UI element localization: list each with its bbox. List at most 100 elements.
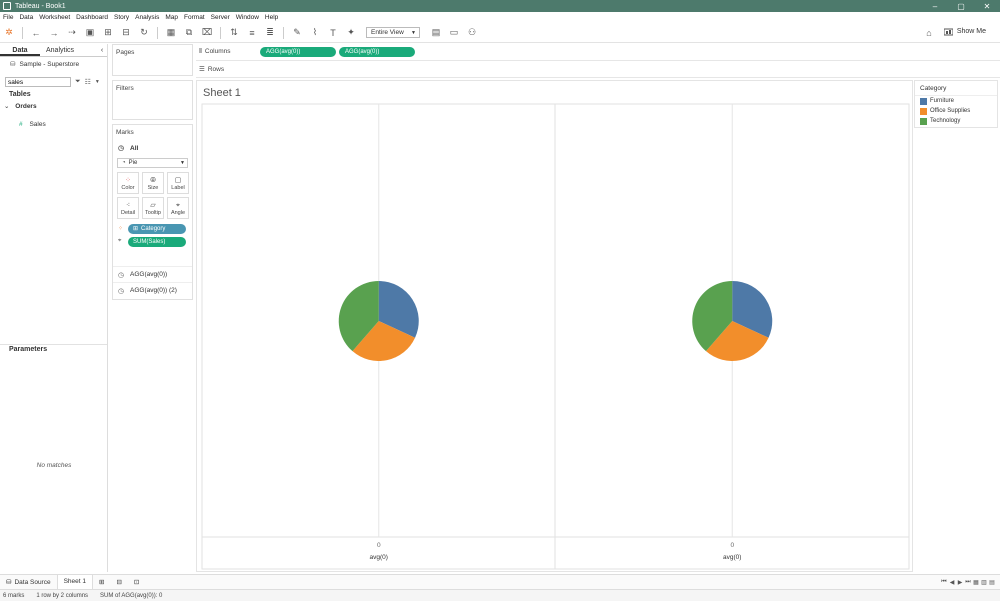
pages-card[interactable]: Pages — [112, 44, 193, 76]
menu-window[interactable]: Window — [236, 14, 259, 21]
filters-card[interactable]: Filters — [112, 80, 193, 120]
detail-button-label: Detail — [120, 209, 136, 216]
menu-dashboard[interactable]: Dashboard — [76, 14, 108, 21]
last-tab-icon[interactable]: ⏭ — [964, 579, 972, 586]
view-options-icon[interactable]: ☷ — [85, 78, 91, 86]
color-button-label: Color — [121, 184, 135, 191]
column-pill-2[interactable]: AGG(avg(0)) — [339, 47, 415, 57]
toolbar: ✲ ← → ⇢ ▣ ⊞ ⊟ ↻ ▦ ⧉ ⌧ ⇅ ≡ ≣ ✎ ⌇ T ✦ Enti… — [0, 23, 1000, 43]
marks-all-row[interactable]: ◷ All — [113, 140, 192, 156]
axis-tick-label: 0 — [730, 542, 734, 549]
tabs-view-icon[interactable]: ▤ — [988, 579, 996, 586]
new-worksheet-icon[interactable]: ⊞ — [93, 575, 110, 590]
datasource-item[interactable]: ⛁ Sample - Superstore — [0, 57, 107, 71]
show-me-button[interactable]: Show Me — [943, 27, 986, 36]
tableau-logo-icon[interactable]: ✲ — [3, 27, 15, 39]
axis-title: avg(0) — [370, 554, 388, 561]
pie-icon: ◷ — [118, 271, 125, 279]
chart-icon — [943, 27, 954, 36]
show-cards-icon[interactable]: ▤ — [430, 27, 442, 39]
data-pane: Data Analytics ‹ ⛁ Sample - Superstore ⏷… — [0, 44, 108, 572]
legend-item-office-supplies[interactable]: Office Supplies — [915, 106, 997, 116]
tooltip-icon: ▱ — [150, 201, 156, 209]
menu-map[interactable]: Map — [165, 14, 178, 21]
fit-view-value: Entire View — [371, 29, 404, 36]
chevron-down-icon: ▼ — [180, 160, 185, 166]
menu-server[interactable]: Server — [211, 14, 230, 21]
tooltip-button[interactable]: ▱ Tooltip — [142, 197, 164, 219]
angle-button[interactable]: ⌖ Angle — [167, 197, 189, 219]
collapse-pane-icon[interactable]: ‹ — [97, 44, 107, 56]
field-sales-label: Sales — [29, 121, 46, 128]
menu-analysis[interactable]: Analysis — [135, 14, 159, 21]
tab-data-source[interactable]: ⛁ Data Source — [0, 575, 57, 590]
rows-shelf[interactable]: ☰ Rows — [196, 61, 1000, 78]
columns-shelf[interactable]: ⦀ Columns AGG(avg(0)) AGG(avg(0)) — [196, 44, 1000, 61]
new-worksheet-icon[interactable]: ▦ — [165, 27, 177, 39]
menu-story[interactable]: Story — [114, 14, 129, 21]
menu-format[interactable]: Format — [184, 14, 205, 21]
undo-icon[interactable]: ← — [30, 27, 42, 39]
filmstrip-icon[interactable]: ▥ — [980, 579, 988, 586]
measure-icon: # — [19, 121, 23, 128]
field-sales[interactable]: # Sales — [0, 119, 107, 131]
share-icon[interactable]: ⚇ — [466, 27, 478, 39]
clear-sheet-icon[interactable]: ⌧ — [201, 27, 213, 39]
tab-analytics[interactable]: Analytics — [40, 44, 80, 56]
show-labels-icon[interactable]: T — [327, 27, 339, 39]
swap-axes-icon[interactable]: ⇅ — [228, 27, 240, 39]
prev-tab-icon[interactable]: ◀ — [948, 579, 956, 586]
agg-card-2[interactable]: ◷ AGG(avg(0)) (2) — [113, 282, 192, 298]
sort-ascending-icon[interactable]: ≡ — [246, 27, 258, 39]
next-tab-icon[interactable]: ▶ — [956, 579, 964, 586]
duplicate-icon[interactable]: ⧉ — [183, 27, 195, 39]
size-button[interactable]: ⦾ Size — [142, 172, 164, 194]
show-me-label: Show Me — [956, 28, 986, 35]
maximize-button[interactable]: ▢ — [948, 2, 974, 11]
pause-updates-icon[interactable]: ⊟ — [120, 27, 132, 39]
presentation-mode-icon[interactable]: ▭ — [448, 27, 460, 39]
new-dashboard-icon[interactable]: ⊟ — [110, 575, 127, 590]
redo-icon[interactable]: → — [48, 27, 60, 39]
color-button[interactable]: ⁘ Color — [117, 172, 139, 194]
menu-data[interactable]: Data — [19, 14, 33, 21]
column-pill-1[interactable]: AGG(avg(0)) — [260, 47, 336, 57]
refresh-icon[interactable]: ↻ — [138, 27, 150, 39]
chevron-down-icon[interactable]: ▼ — [95, 79, 100, 85]
field-search-input[interactable] — [5, 77, 71, 87]
marks-all-icon: ◷ — [118, 145, 125, 152]
sort-descending-icon[interactable]: ≣ — [264, 27, 276, 39]
agg-card-1[interactable]: ◷ AGG(avg(0)) — [113, 266, 192, 282]
menu-help[interactable]: Help — [265, 14, 278, 21]
agg-card-2-label: AGG(avg(0)) (2) — [130, 287, 177, 294]
category-color-pill[interactable]: ⊞ Category — [128, 223, 186, 234]
filter-icon[interactable]: ⏷ — [75, 78, 81, 86]
menu-worksheet[interactable]: Worksheet — [39, 14, 70, 21]
sheet-sorter-icon[interactable]: ▦ — [972, 579, 980, 586]
close-button[interactable]: ✕ — [974, 2, 1000, 11]
highlight-icon[interactable]: ✎ — [291, 27, 303, 39]
detail-button[interactable]: ⁖ Detail — [117, 197, 139, 219]
fit-view-select[interactable]: Entire View ▼ — [366, 27, 420, 38]
mark-type-select[interactable]: ◔ Pie ▼ — [117, 158, 188, 168]
table-orders[interactable]: ⌄ Orders — [0, 101, 107, 113]
fix-axes-icon[interactable]: ✦ — [345, 27, 357, 39]
group-members-icon[interactable]: ⌇ — [309, 27, 321, 39]
expand-icon[interactable]: ⌄ — [4, 103, 9, 110]
minimize-button[interactable]: – — [922, 2, 948, 11]
menu-file[interactable]: File — [3, 14, 13, 21]
save-icon[interactable]: ▣ — [84, 27, 96, 39]
tab-sheet-1[interactable]: Sheet 1 — [56, 574, 94, 590]
tab-data[interactable]: Data — [0, 44, 40, 56]
new-story-icon[interactable]: ⊡ — [128, 575, 145, 590]
pie-chart-view[interactable]: 0 avg(0) 0 avg(0) — [197, 81, 914, 573]
replay-icon[interactable]: ⇢ — [66, 27, 78, 39]
legend-title[interactable]: Category — [915, 81, 997, 96]
new-datasource-icon[interactable]: ⊞ — [102, 27, 114, 39]
label-button[interactable]: ▢ Label — [167, 172, 189, 194]
first-tab-icon[interactable]: ⏮ — [940, 579, 948, 586]
tooltip-pin-icon[interactable]: ⌂ — [923, 27, 935, 39]
sum-sales-angle-pill[interactable]: SUM(Sales) — [128, 236, 186, 247]
legend-item-furniture[interactable]: Furniture — [915, 96, 997, 106]
legend-item-technology[interactable]: Technology — [915, 116, 997, 126]
